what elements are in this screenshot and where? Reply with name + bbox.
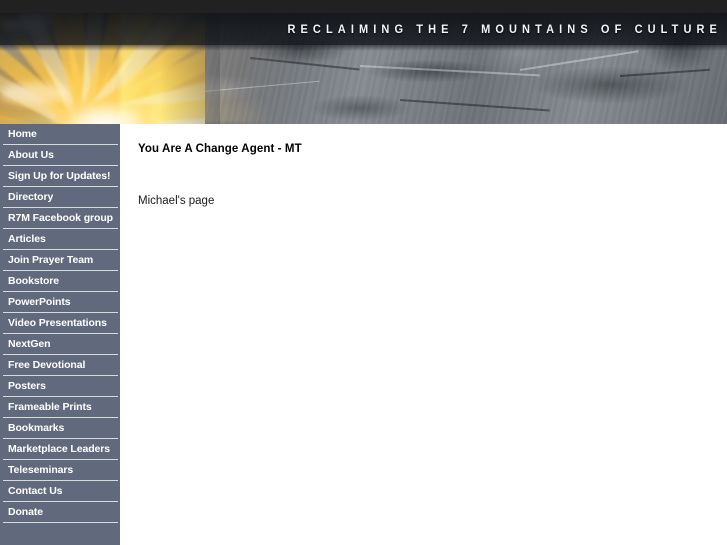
sidebar-item-articles[interactable]: Articles	[0, 229, 120, 250]
sidebar-item-video-presentations[interactable]: Video Presentations	[0, 313, 120, 334]
main-content: You Are A Change Agent - MT Michael's pa…	[120, 124, 727, 545]
sidebar-item-sign-up-for-updates[interactable]: Sign Up for Updates!	[0, 166, 120, 187]
sidebar-navigation: Home About Us Sign Up for Updates! Direc…	[0, 124, 120, 545]
top-dark-bar	[0, 0, 727, 13]
banner-headline: RECLAIMING THE 7 MOUNTAINS OF CULTURE	[287, 23, 722, 37]
sidebar-item-join-prayer-team[interactable]: Join Prayer Team	[0, 250, 120, 271]
nav-list: Home About Us Sign Up for Updates! Direc…	[0, 124, 120, 523]
sidebar-item-contact-us[interactable]: Contact Us	[0, 481, 120, 502]
page-root: RECLAIMING THE 7 MOUNTAINS OF CULTURE Ho…	[0, 0, 727, 545]
sidebar-item-nextgen[interactable]: NextGen	[0, 334, 120, 355]
sidebar-item-donate[interactable]: Donate	[0, 502, 120, 523]
sidebar-item-posters[interactable]: Posters	[0, 376, 120, 397]
sidebar-item-teleseminars[interactable]: Teleseminars	[0, 460, 120, 481]
sidebar-item-free-devotional[interactable]: Free Devotional	[0, 355, 120, 376]
sidebar-item-about-us[interactable]: About Us	[0, 145, 120, 166]
sidebar-item-powerpoints[interactable]: PowerPoints	[0, 292, 120, 313]
sidebar-item-r7m-facebook-group[interactable]: R7M Facebook group	[0, 208, 120, 229]
page-body-text: Michael's page	[138, 194, 215, 207]
page-title: You Are A Change Agent - MT	[138, 142, 302, 155]
banner-artwork: RECLAIMING THE 7 MOUNTAINS OF CULTURE	[0, 13, 727, 124]
sidebar-item-frameable-prints[interactable]: Frameable Prints	[0, 397, 120, 418]
sidebar-item-directory[interactable]: Directory	[0, 187, 120, 208]
sidebar-item-home[interactable]: Home	[0, 124, 120, 145]
sidebar-item-bookmarks[interactable]: Bookmarks	[0, 418, 120, 439]
headline-backdrop-fade	[0, 45, 727, 51]
sidebar-item-bookstore[interactable]: Bookstore	[0, 271, 120, 292]
site-banner: RECLAIMING THE 7 MOUNTAINS OF CULTURE	[0, 13, 727, 124]
sidebar-item-marketplace-leaders[interactable]: Marketplace Leaders	[0, 439, 120, 460]
